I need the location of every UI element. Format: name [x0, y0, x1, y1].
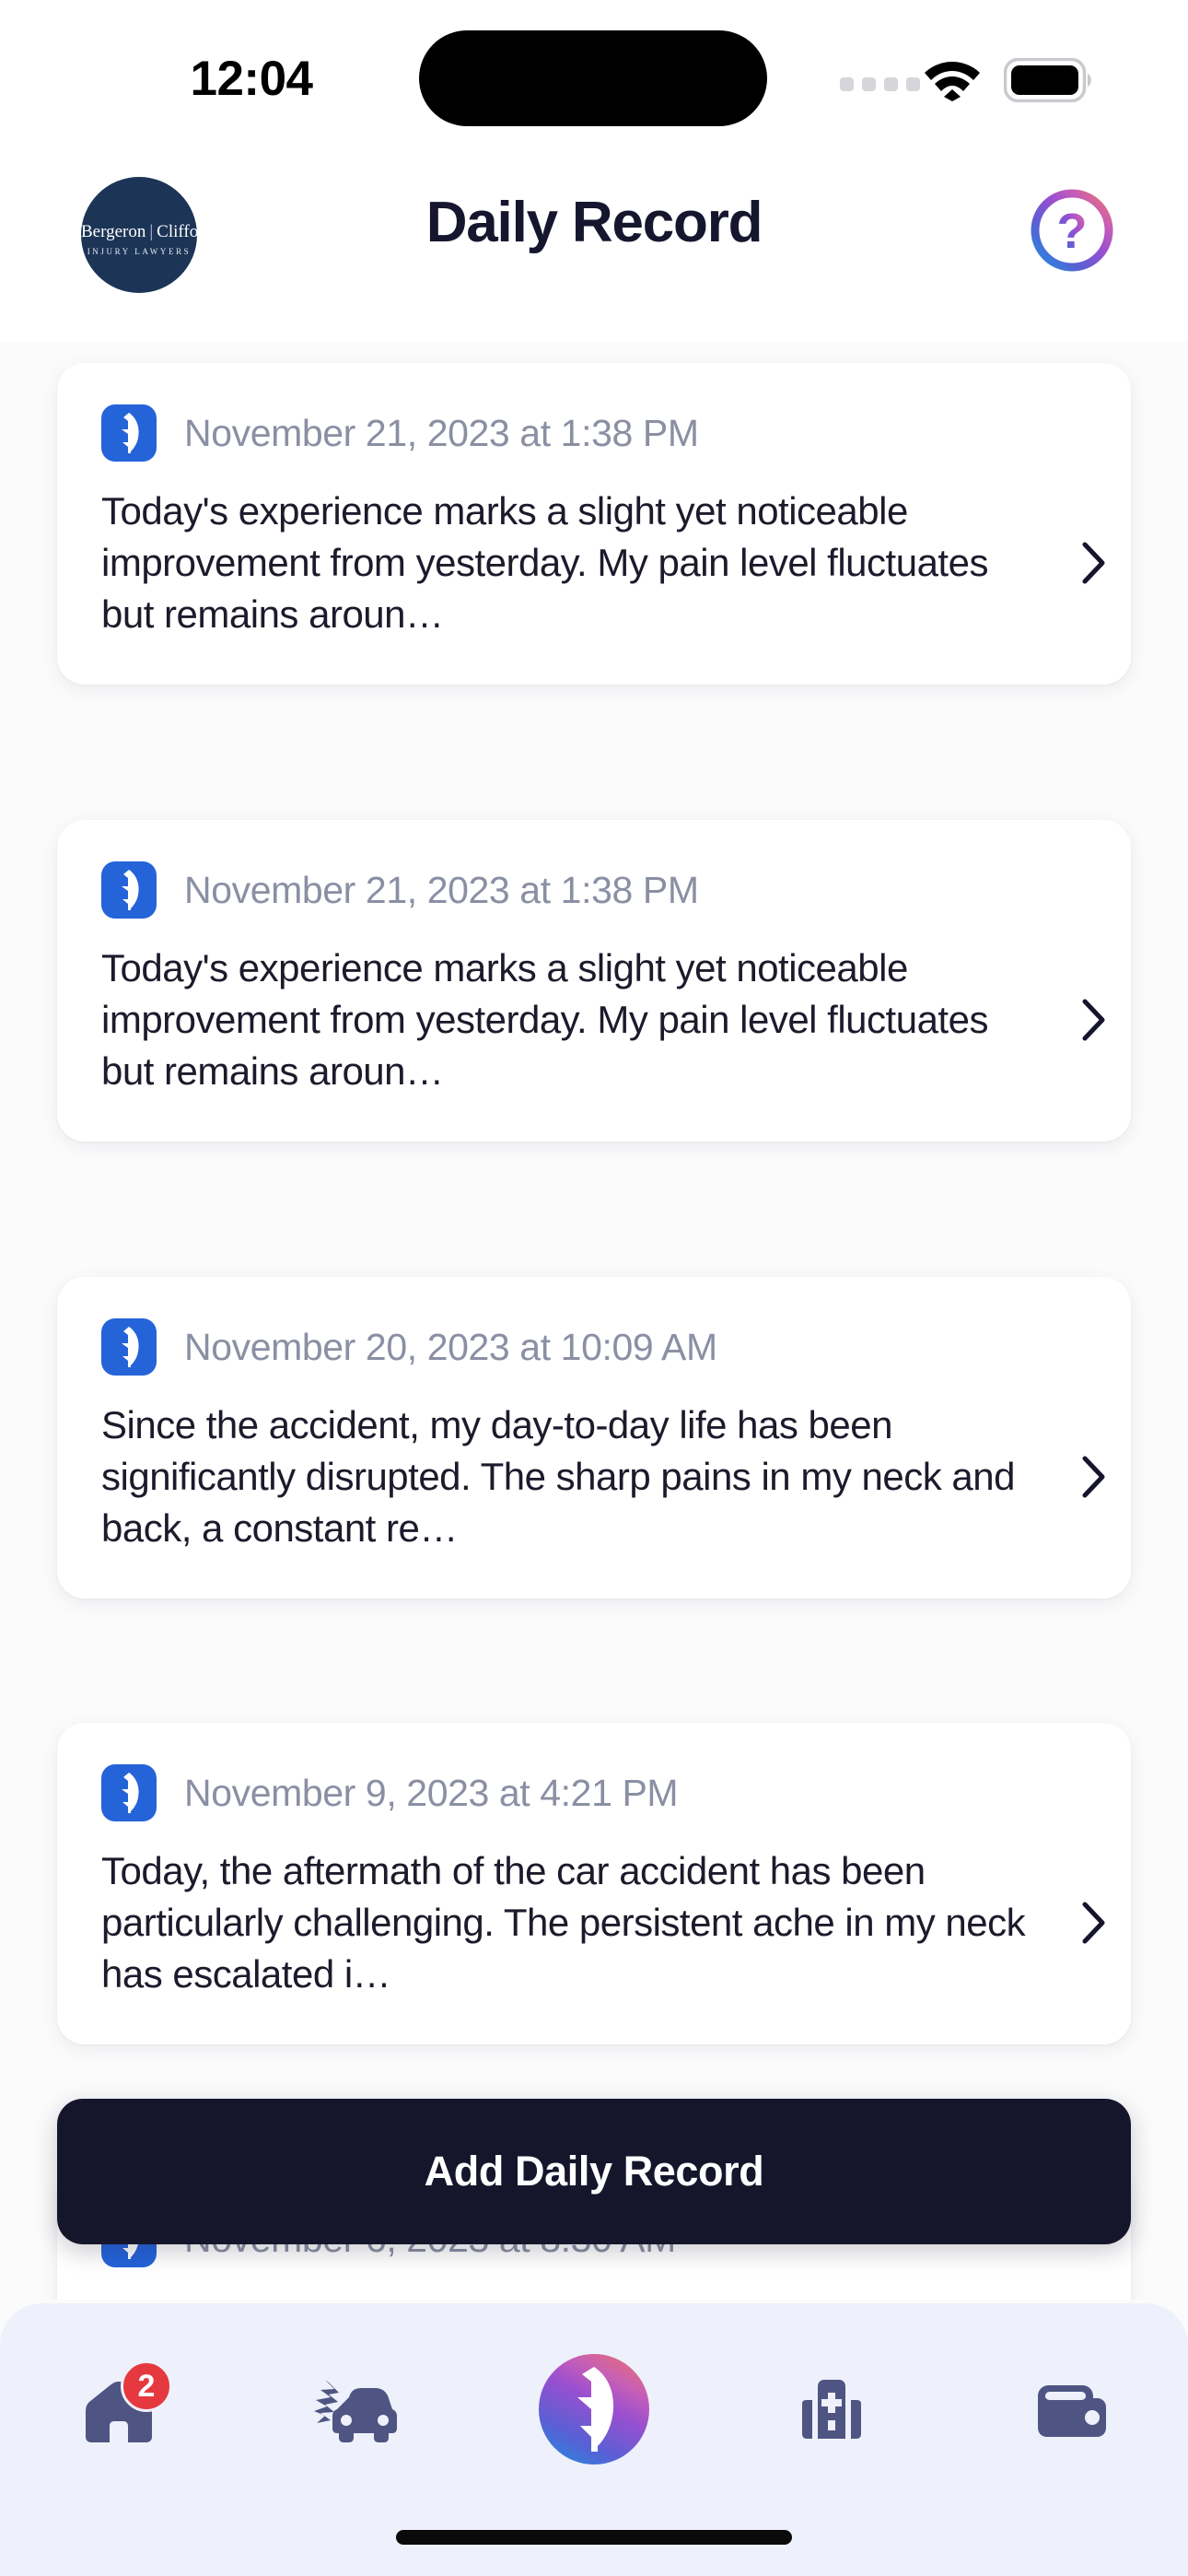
- record-card[interactable]: November 21, 2023 at 1:38 PM Today's exp…: [57, 363, 1131, 685]
- feather-icon: [101, 1764, 157, 1821]
- record-card[interactable]: November 9, 2023 at 4:21 PM Today, the a…: [57, 1723, 1131, 2044]
- record-card-body: Today, the aftermath of the car accident…: [57, 1821, 1131, 2044]
- record-card-body: Since the accident, my day-to-day life h…: [57, 1376, 1131, 1598]
- record-date: November 21, 2023 at 1:38 PM: [184, 411, 699, 454]
- home-badge-count: 2: [121, 2360, 172, 2412]
- tab-medical[interactable]: [713, 2303, 950, 2515]
- feather-icon: [101, 1318, 157, 1376]
- record-date: November 20, 2023 at 10:09 AM: [184, 1325, 717, 1368]
- feather-icon: [101, 404, 157, 462]
- status-bar: 12:04: [0, 0, 1188, 147]
- add-daily-record-button[interactable]: Add Daily Record: [57, 2099, 1131, 2244]
- tab-wallet[interactable]: [950, 2303, 1188, 2515]
- signal-dots-icon: [840, 77, 920, 91]
- record-card-body: Today's experience marks a slight yet no…: [57, 919, 1131, 1142]
- record-excerpt: Today's experience marks a slight yet no…: [101, 489, 988, 636]
- chevron-right-icon[interactable]: [1057, 999, 1131, 1041]
- record-card-header: November 9, 2023 at 4:21 PM: [57, 1723, 1131, 1821]
- record-card[interactable]: November 20, 2023 at 10:09 AM Since the …: [57, 1277, 1131, 1598]
- help-question-icon[interactable]: ?: [1028, 186, 1116, 275]
- bottom-tab-bar: 2: [0, 2303, 1188, 2576]
- record-card-header: November 21, 2023 at 1:38 PM: [57, 820, 1131, 919]
- chevron-right-icon[interactable]: [1057, 1902, 1131, 1944]
- status-bar-time: 12:04: [190, 52, 313, 106]
- record-excerpt: Today's experience marks a slight yet no…: [101, 946, 988, 1093]
- wifi-icon: [925, 62, 980, 101]
- record-date: November 21, 2023 at 1:38 PM: [184, 868, 699, 911]
- battery-full-icon: [1004, 58, 1091, 102]
- daily-record-list[interactable]: November 21, 2023 at 1:38 PM Today's exp…: [0, 341, 1188, 2300]
- dynamic-island: [419, 30, 767, 126]
- app-header: Bergeron|Clifford INJURY LAWYERS Daily R…: [0, 147, 1188, 341]
- feather-icon: [101, 861, 157, 919]
- record-card-header: November 21, 2023 at 1:38 PM: [57, 363, 1131, 462]
- car-accident-icon: [314, 2380, 397, 2442]
- wallet-icon: [1038, 2385, 1106, 2437]
- chevron-right-icon[interactable]: [1057, 1456, 1131, 1498]
- page-title: Daily Record: [425, 191, 763, 254]
- feather-icon: [539, 2354, 649, 2465]
- tab-home[interactable]: 2: [0, 2303, 238, 2515]
- chevron-right-icon[interactable]: [1057, 542, 1131, 584]
- home-indicator: [396, 2530, 792, 2545]
- record-date: November 9, 2023 at 4:21 PM: [184, 1771, 679, 1814]
- hospital-icon: [802, 2380, 861, 2439]
- record-card-header: November 20, 2023 at 10:09 AM: [57, 1277, 1131, 1376]
- svg-text:?: ?: [1057, 204, 1088, 259]
- record-card[interactable]: November 21, 2023 at 1:38 PM Today's exp…: [57, 820, 1131, 1142]
- phone-screen: 12:04 Bergeron|Clifford INJURY LAWYERS D…: [0, 0, 1188, 2576]
- add-daily-record-label: Add Daily Record: [424, 2148, 764, 2195]
- record-excerpt: Since the accident, my day-to-day life h…: [101, 1403, 1015, 1550]
- tab-accident[interactable]: [238, 2303, 475, 2515]
- record-excerpt: Today, the aftermath of the car accident…: [101, 1849, 1026, 1996]
- record-card-body: Today's experience marks a slight yet no…: [57, 462, 1131, 685]
- tab-daily-record[interactable]: [475, 2303, 713, 2515]
